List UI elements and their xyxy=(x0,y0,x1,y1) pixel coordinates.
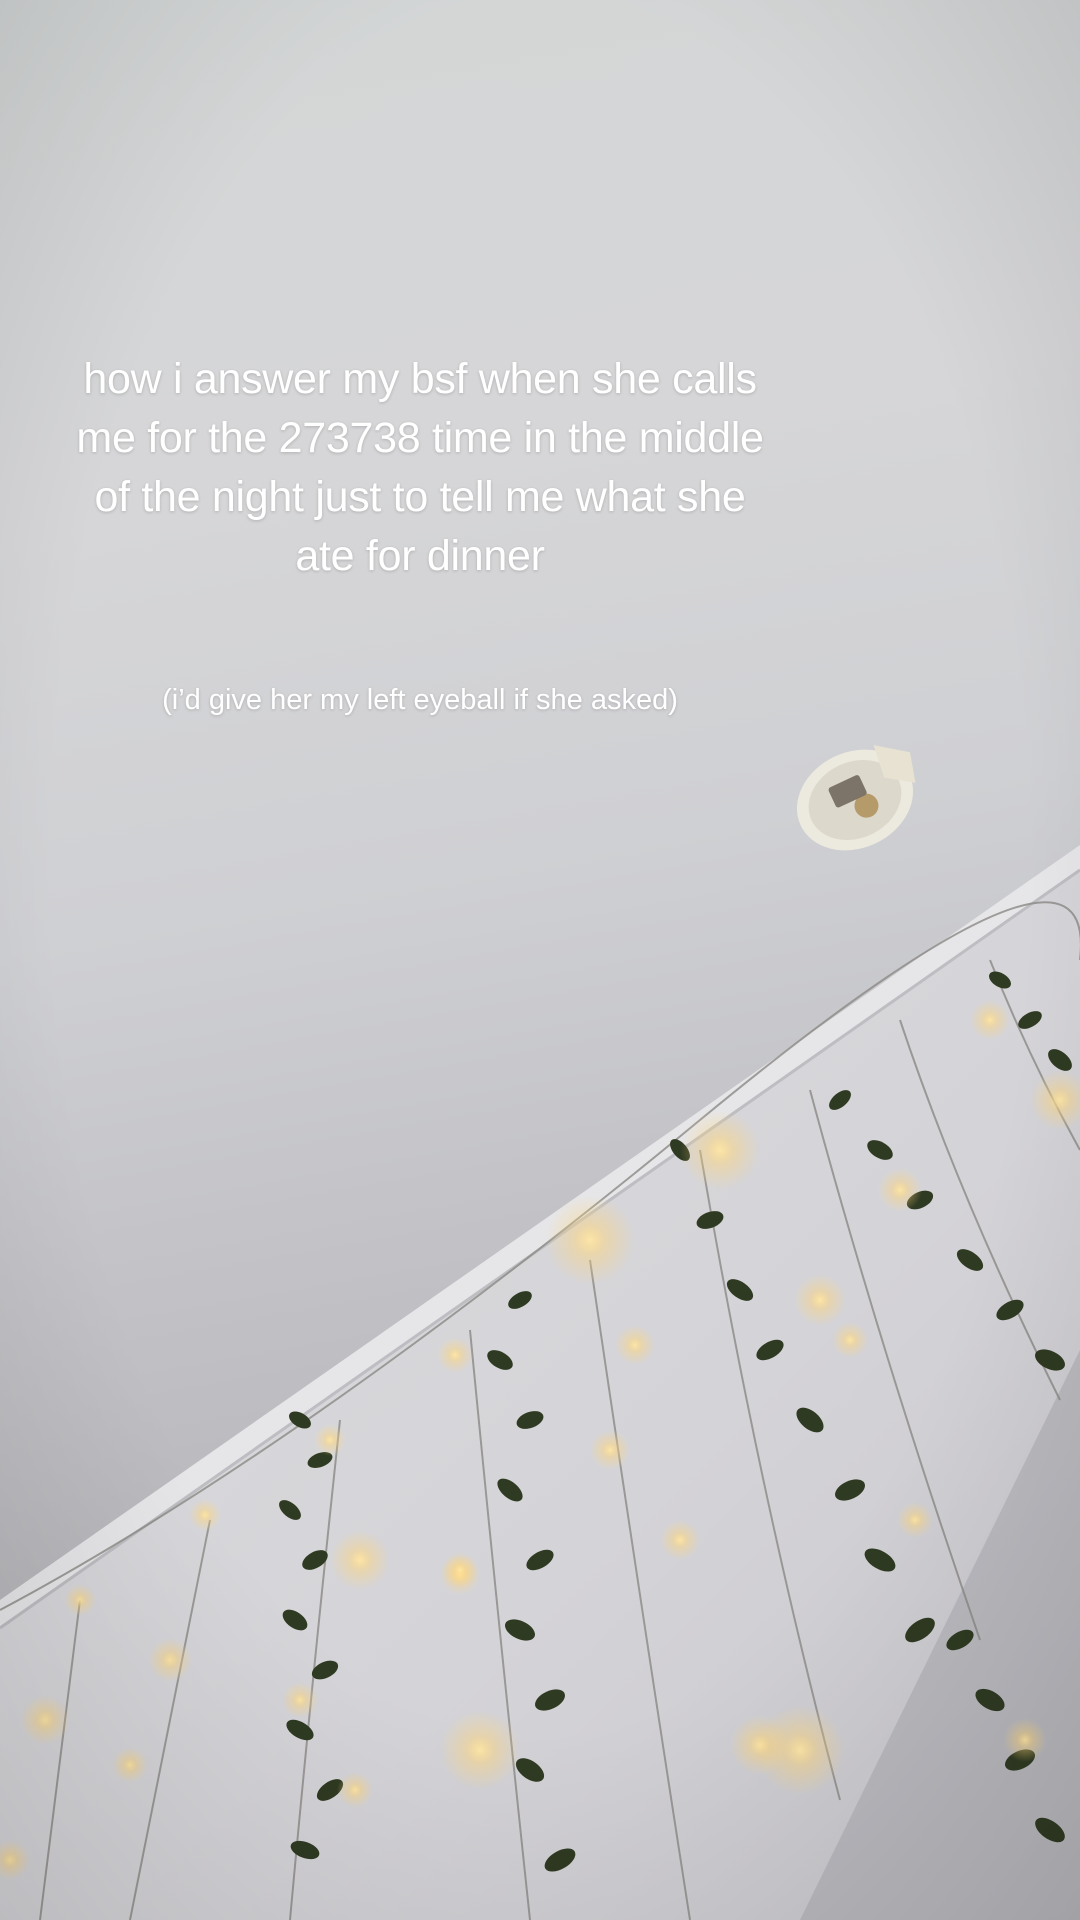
photo-frame: how i answer my bsf when she calls me fo… xyxy=(0,0,1080,1920)
main-caption: how i answer my bsf when she calls me fo… xyxy=(76,355,764,580)
ceiling-wall-photo xyxy=(0,0,1080,1920)
sub-caption: (i’d give her my left eyeball if she ask… xyxy=(162,684,678,716)
